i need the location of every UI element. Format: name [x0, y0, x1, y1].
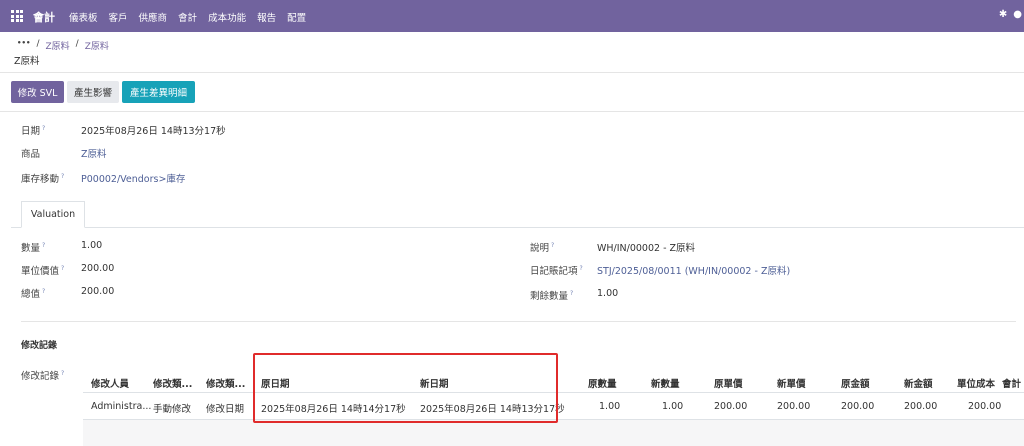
total-value-value: 200.00 — [81, 286, 115, 297]
top-navbar: 會計 儀表板 客戶 供應商 會計 成本功能 報告 配置 ✱ ● — [0, 0, 1024, 32]
history-field-label: 修改記錄? — [21, 369, 65, 382]
cell-new-qty: 1.00 — [662, 401, 684, 412]
cell-modify-type-1: 手動修改 — [153, 404, 192, 415]
tab-valuation[interactable]: Valuation — [21, 201, 85, 228]
navbar-right: ✱ ● — [999, 9, 1022, 20]
app-name[interactable]: 會計 — [33, 9, 55, 25]
col-header-new-price[interactable]: 新單價 — [777, 376, 806, 390]
modify-svl-button[interactable]: 修改 SVL — [11, 81, 64, 103]
divider — [21, 321, 1016, 322]
cell-modify-type-2: 修改日期 — [206, 404, 245, 415]
description-label: 說明? — [530, 241, 555, 254]
page-title: Z原料 — [14, 56, 40, 67]
col-header-unit-cost[interactable]: 單位成本 — [957, 376, 995, 390]
col-header-new-qty[interactable]: 新數量 — [651, 376, 680, 390]
menu-item-config[interactable]: 配置 — [287, 10, 306, 24]
bug-icon[interactable]: ✱ — [999, 9, 1007, 20]
description-value: WH/IN/00002 - Z原料 — [597, 243, 696, 254]
chat-icon[interactable]: ● — [1013, 9, 1022, 20]
generate-diff-button[interactable]: 產生差異明細 — [122, 81, 195, 103]
col-header-accounting[interactable]: 會計 — [1002, 376, 1021, 390]
col-header-modify-type-2[interactable]: 修改類... — [206, 376, 245, 390]
breadcrumb-separator: / — [75, 39, 79, 49]
remaining-qty-value: 1.00 — [597, 288, 619, 299]
stock-move-link[interactable]: P00002/Vendors>庫存 — [81, 171, 185, 185]
menu-item-dashboard[interactable]: 儀表板 — [69, 10, 98, 24]
journal-entry-link[interactable]: STJ/2025/08/0011 (WH/IN/00002 - Z原料) — [597, 263, 790, 277]
col-header-modify-type-1[interactable]: 修改類... — [153, 376, 192, 390]
divider — [0, 72, 1024, 73]
cell-new-price: 200.00 — [777, 401, 811, 412]
menu-item-vendors[interactable]: 供應商 — [139, 10, 168, 24]
date-label: 日期? — [21, 124, 46, 137]
product-link[interactable]: Z原料 — [81, 146, 107, 160]
quantity-value: 1.00 — [81, 240, 103, 251]
divider — [0, 111, 1024, 112]
unit-value-label: 單位價值? — [21, 264, 65, 277]
main-menu: 儀表板 客戶 供應商 會計 成本功能 報告 配置 — [69, 10, 306, 24]
journal-entry-label: 日記賬記項? — [530, 264, 583, 277]
remaining-qty-label: 剩餘數量? — [530, 289, 574, 302]
table-footer — [83, 420, 1024, 446]
breadcrumb-item-2[interactable]: Z原料 — [85, 39, 109, 52]
col-header-modifier[interactable]: 修改人員 — [91, 376, 129, 390]
col-header-old-qty[interactable]: 原數量 — [588, 376, 617, 390]
total-value-label: 總值? — [21, 287, 46, 300]
col-header-old-price[interactable]: 原單價 — [714, 376, 743, 390]
tab-bar-line — [11, 227, 1024, 228]
col-header-new-amount[interactable]: 新金額 — [904, 376, 933, 390]
highlight-box — [253, 353, 558, 423]
menu-item-cost[interactable]: 成本功能 — [208, 10, 246, 24]
date-value: 2025年08月26日 14時13分17秒 — [81, 126, 226, 137]
menu-item-customers[interactable]: 客戶 — [109, 10, 128, 24]
stock-move-label: 庫存移動? — [21, 172, 65, 185]
history-section-title: 修改記錄 — [21, 341, 58, 351]
generate-impact-button[interactable]: 產生影響 — [67, 81, 119, 103]
col-header-old-amount[interactable]: 原金額 — [841, 376, 870, 390]
cell-unit-cost: 200.00 — [968, 401, 1002, 412]
breadcrumb-separator: / — [36, 39, 40, 49]
breadcrumb-ellipsis[interactable]: ••• — [17, 39, 30, 52]
breadcrumb: ••• / Z原料 / Z原料 — [17, 39, 109, 52]
cell-old-qty: 1.00 — [599, 401, 621, 412]
menu-item-accounting[interactable]: 會計 — [178, 10, 197, 24]
product-label: 商品 — [21, 149, 41, 160]
cell-old-price: 200.00 — [714, 401, 748, 412]
menu-item-reports[interactable]: 報告 — [257, 10, 276, 24]
cell-new-amount: 200.00 — [904, 401, 938, 412]
cell-modifier: Administra... — [91, 401, 152, 412]
quantity-label: 數量? — [21, 241, 46, 254]
breadcrumb-item-1[interactable]: Z原料 — [45, 39, 69, 52]
cell-old-amount: 200.00 — [841, 401, 875, 412]
apps-menu-icon[interactable] — [11, 10, 23, 22]
unit-value-value: 200.00 — [81, 263, 115, 274]
